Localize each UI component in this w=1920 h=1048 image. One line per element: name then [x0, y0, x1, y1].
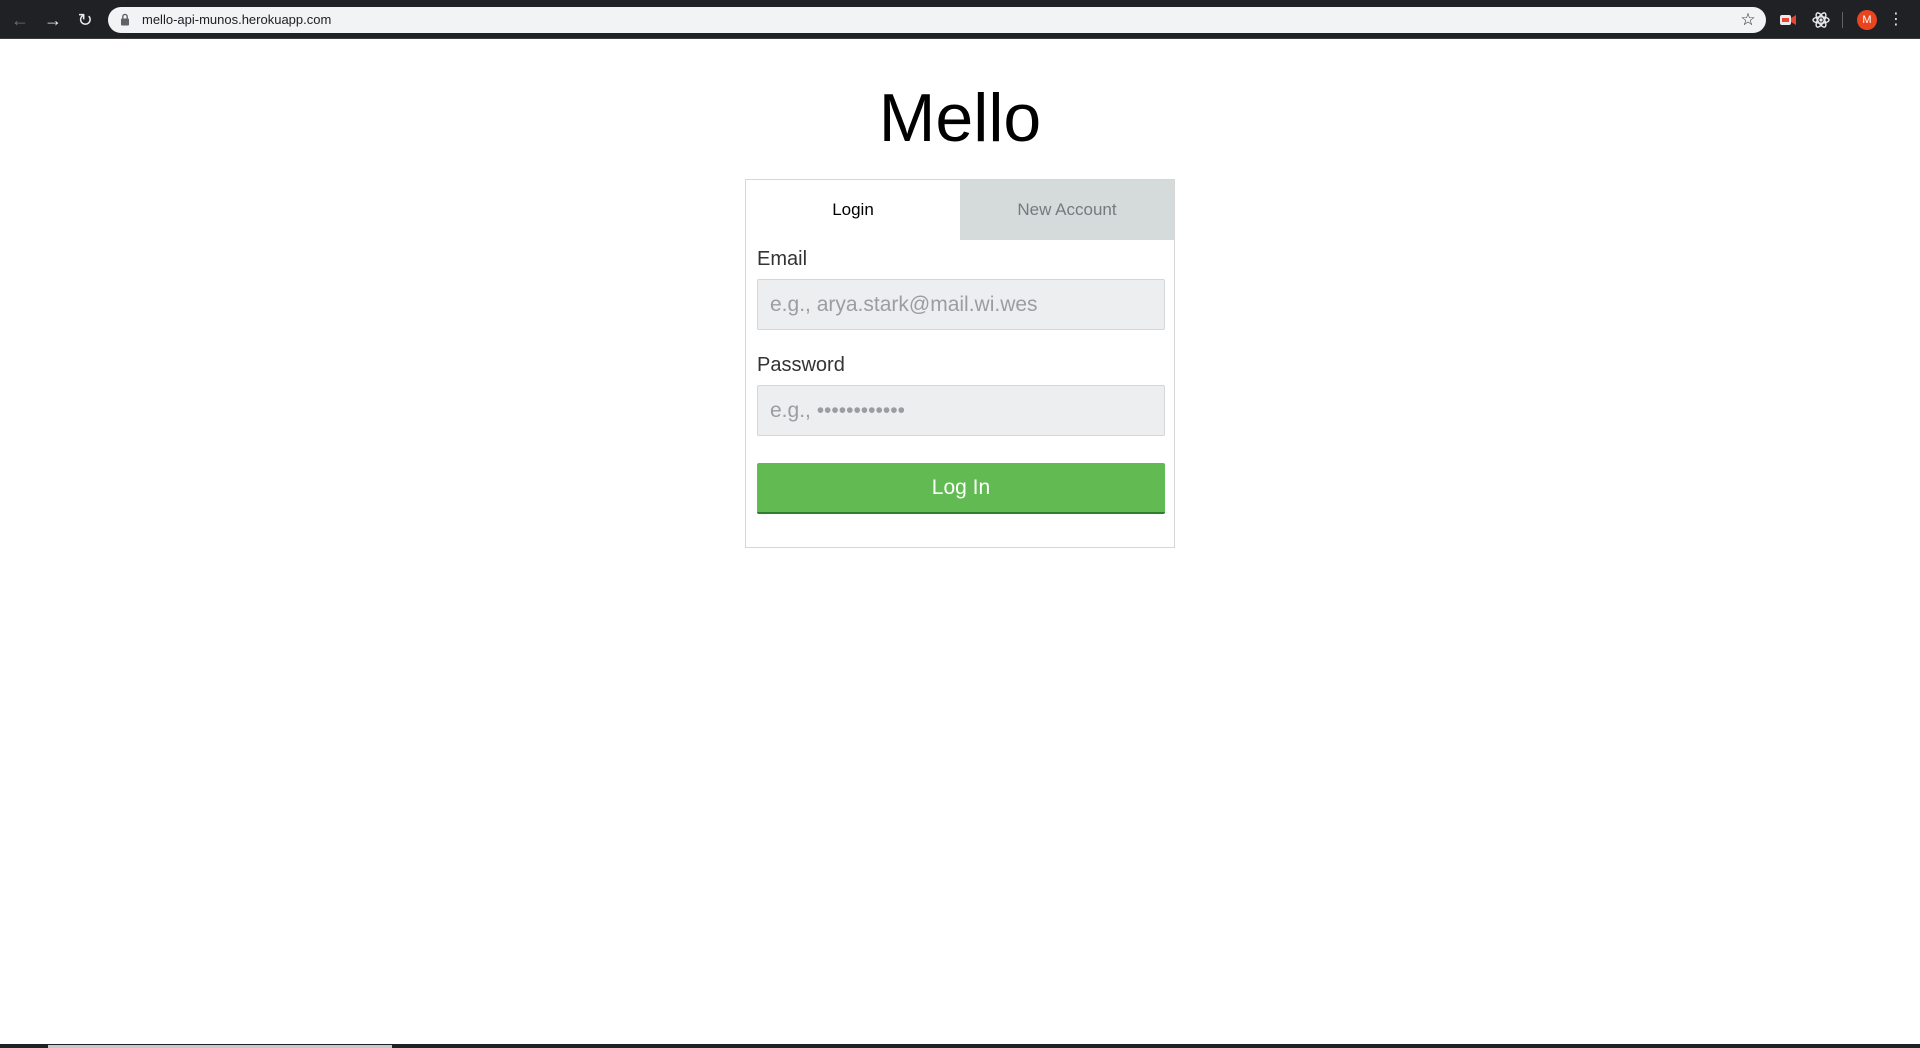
star-icon[interactable]: ☆: [1738, 10, 1758, 30]
back-button[interactable]: ←: [8, 8, 32, 32]
password-field[interactable]: [757, 385, 1165, 436]
reload-icon: ↻: [77, 10, 93, 30]
arrow-left-icon: ←: [11, 10, 29, 30]
password-label: Password: [757, 354, 845, 376]
video-extension-icon[interactable]: [1776, 8, 1800, 32]
lock-icon: [121, 13, 129, 26]
url-text[interactable]: mello-api-munos.herokuapp.com: [142, 7, 331, 33]
profile-avatar[interactable]: M: [1857, 10, 1877, 30]
arrow-right-icon: →: [44, 10, 62, 30]
browser-toolbar: ← → ↻ mello-api-munos.herokuapp.com ☆ M …: [0, 0, 1920, 39]
email-field[interactable]: [757, 279, 1165, 330]
address-bar[interactable]: mello-api-munos.herokuapp.com ☆: [108, 7, 1766, 33]
react-devtools-icon[interactable]: [1809, 8, 1833, 32]
forward-button[interactable]: →: [41, 8, 65, 32]
auth-tabs: Login New Account: [746, 180, 1174, 240]
email-label: Email: [757, 248, 808, 270]
toolbar-divider: [1842, 12, 1843, 28]
tab-login[interactable]: Login: [746, 180, 960, 240]
login-button[interactable]: Log In: [757, 463, 1165, 514]
reload-button[interactable]: ↻: [73, 8, 97, 32]
page-title: Mello: [878, 80, 1042, 156]
kebab-menu-icon[interactable]: ⋮: [1888, 8, 1904, 32]
tab-new-account[interactable]: New Account: [960, 180, 1174, 240]
auth-card: Login New Account Email Password Log In: [745, 179, 1175, 548]
